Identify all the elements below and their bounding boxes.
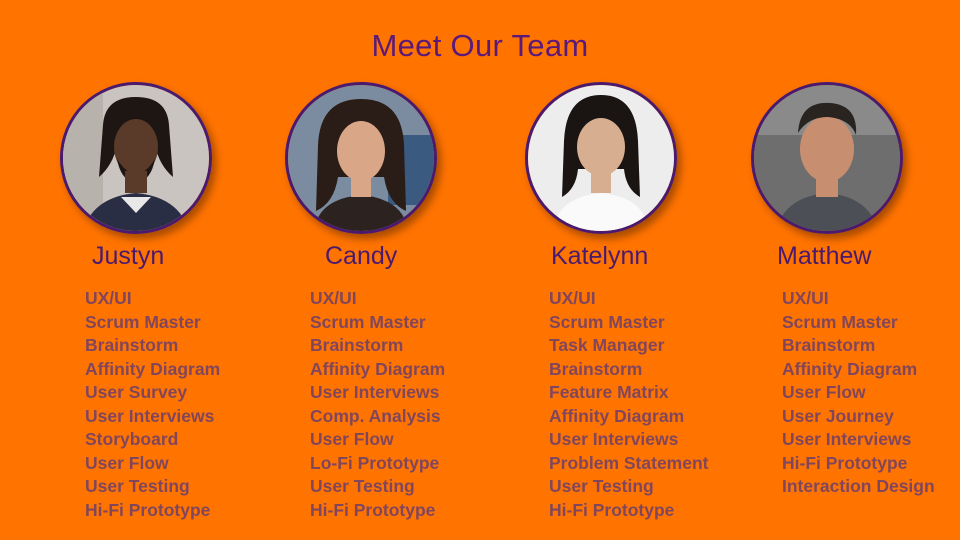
role-item: Scrum Master xyxy=(549,311,665,332)
role-item: Task Manager xyxy=(549,335,665,355)
role-item: Hi-Fi Prototype xyxy=(549,499,675,520)
role-item: Brainstorm xyxy=(310,335,404,355)
role-item: Scrum Master xyxy=(310,311,426,332)
role-item: Problem Statement xyxy=(549,452,709,473)
role-item: Storyboard xyxy=(85,429,179,449)
role-item: Scrum Master xyxy=(85,311,201,332)
role-item: Comp. Analysis xyxy=(310,405,441,426)
avatar-matthew xyxy=(751,82,903,234)
portrait-candy-image xyxy=(288,85,434,231)
member-name: Candy xyxy=(325,242,398,270)
team-member-justyn: Justyn UX/UI Scrum Master Brainstorm Aff… xyxy=(60,82,280,520)
avatar-katelynn xyxy=(525,82,677,234)
role-item: Hi-Fi Prototype xyxy=(782,452,908,473)
role-item: Affinity Diagram xyxy=(310,358,446,379)
role-item: Lo-Fi Prototype xyxy=(310,452,440,473)
team-member-matthew: Matthew UX/UI Scrum Master Brainstorm Af… xyxy=(751,82,960,496)
role-item: User Flow xyxy=(310,429,394,449)
role-item: Hi-Fi Prototype xyxy=(85,499,211,520)
role-item: UX/UI xyxy=(782,288,829,308)
role-list: UX/UI Scrum Master Brainstorm Affinity D… xyxy=(85,287,220,522)
team-member-katelynn: Katelynn UX/UI Scrum Master Task Manager… xyxy=(525,82,745,520)
role-list: UX/UI Scrum Master Brainstorm Affinity D… xyxy=(310,287,445,522)
role-item: UX/UI xyxy=(549,288,596,308)
role-item: User Journey xyxy=(782,405,894,426)
role-item: User Interviews xyxy=(310,382,440,402)
member-name: Justyn xyxy=(92,242,165,270)
role-item: Affinity Diagram xyxy=(782,358,918,379)
avatar-justyn xyxy=(60,82,212,234)
member-name: Matthew xyxy=(777,242,872,270)
role-item: Scrum Master xyxy=(782,311,898,332)
role-item: User Testing xyxy=(549,476,654,496)
role-list: UX/UI Scrum Master Task Manager Brainsto… xyxy=(549,287,708,522)
role-item: UX/UI xyxy=(310,288,357,308)
portrait-justyn-image xyxy=(63,85,209,231)
role-item: User Interviews xyxy=(85,405,215,426)
portrait-katelynn-image xyxy=(528,85,674,231)
portrait-matthew-image xyxy=(754,85,900,231)
role-item: Affinity Diagram xyxy=(85,358,221,379)
role-item: User Flow xyxy=(85,452,169,473)
role-item: Feature Matrix xyxy=(549,382,669,402)
role-item: Brainstorm xyxy=(85,335,179,355)
role-item: Interaction Design xyxy=(782,476,935,496)
role-item: Brainstorm xyxy=(782,335,876,355)
role-item: Brainstorm xyxy=(549,358,643,379)
team-member-candy: Candy UX/UI Scrum Master Brainstorm Affi… xyxy=(285,82,505,520)
role-item: Affinity Diagram xyxy=(549,405,685,426)
role-item: User Flow xyxy=(782,382,866,402)
member-name: Katelynn xyxy=(551,242,649,270)
role-item: User Survey xyxy=(85,382,188,402)
page-title: Meet Our Team xyxy=(371,28,589,63)
role-item: UX/UI xyxy=(85,288,132,308)
avatar-candy xyxy=(285,82,437,234)
role-item: Hi-Fi Prototype xyxy=(310,499,436,520)
role-item: User Interviews xyxy=(782,429,912,449)
role-item: User Interviews xyxy=(549,429,679,449)
role-list: UX/UI Scrum Master Brainstorm Affinity D… xyxy=(782,287,935,499)
role-item: User Testing xyxy=(85,476,190,496)
role-item: User Testing xyxy=(310,476,415,496)
